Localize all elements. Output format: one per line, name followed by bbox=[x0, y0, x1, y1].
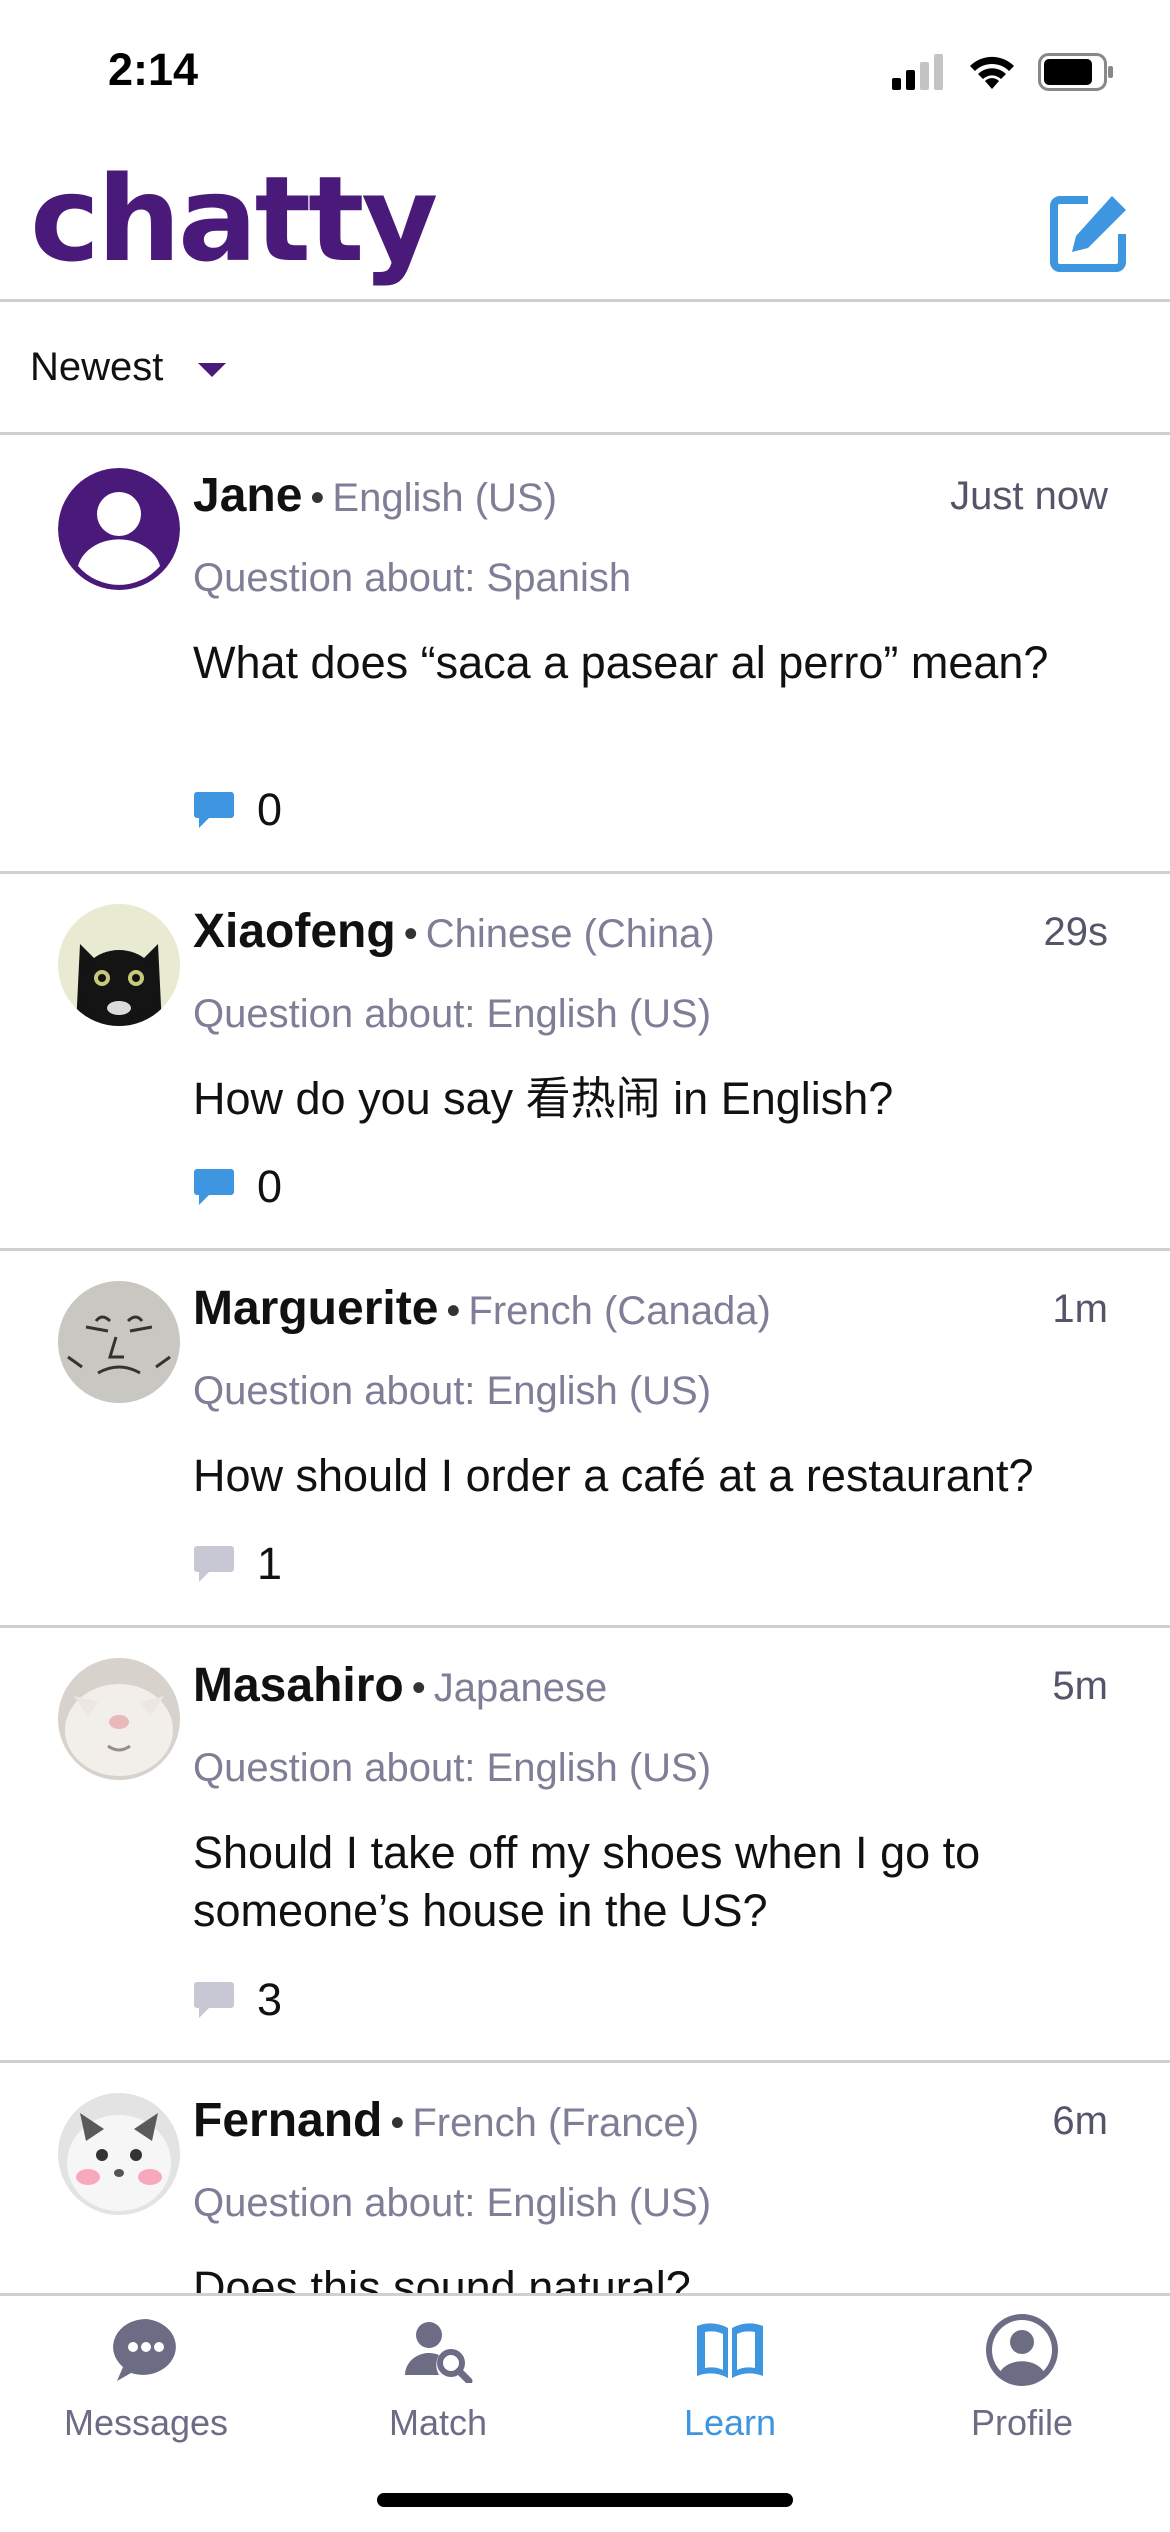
post-header: Jane • English (US) bbox=[193, 468, 557, 528]
reply-count: 0 bbox=[257, 784, 283, 835]
comment-icon bbox=[194, 1546, 234, 1582]
status-bar: 2:14 bbox=[0, 0, 1170, 140]
question-text: Does this sound natural? bbox=[193, 2262, 691, 2293]
author-language: French (France) bbox=[412, 2101, 700, 2145]
reply-count: 0 bbox=[257, 1161, 283, 1212]
question-text: Should I take off my shoes when I go to … bbox=[193, 1827, 981, 1936]
cat-photo-avatar bbox=[58, 904, 180, 1026]
tab-match[interactable]: Match bbox=[328, 2310, 548, 2470]
compose-icon bbox=[1050, 196, 1126, 272]
reply-counter[interactable]: 0 bbox=[193, 1157, 282, 1217]
question-feed[interactable]: Jane • English (US) Just now Question ab… bbox=[0, 438, 1170, 2293]
question-text: How do you say 看热闹 in English? bbox=[193, 1073, 894, 1124]
sort-label: Newest bbox=[30, 345, 164, 389]
author-name[interactable]: Masahiro bbox=[193, 1658, 404, 1713]
post-time: 1m bbox=[1052, 1287, 1108, 1331]
question-card[interactable]: Marguerite • French (Canada) 1m Question… bbox=[0, 1251, 1170, 1628]
author-name[interactable]: Marguerite bbox=[193, 1281, 438, 1336]
tab-label: Learn bbox=[683, 2402, 777, 2443]
question-about: Question about: English (US) bbox=[193, 992, 712, 1036]
question-text: What does “saca a pasear al perro” mean? bbox=[193, 637, 1049, 688]
compose-button[interactable] bbox=[1048, 192, 1130, 274]
question-about: Question about: English (US) bbox=[193, 1369, 712, 1413]
tab-label: Profile bbox=[970, 2402, 1074, 2443]
question-about: Question about: English (US) bbox=[193, 2181, 712, 2225]
cellular-signal-icon bbox=[892, 54, 943, 90]
post-header: Xiaofeng • Chinese (China) bbox=[193, 904, 715, 964]
home-indicator[interactable] bbox=[377, 2493, 793, 2507]
author-name[interactable]: Jane bbox=[193, 468, 302, 523]
question-text: How should I order a café at a restauran… bbox=[193, 1450, 1034, 1501]
post-time: Just now bbox=[950, 474, 1108, 518]
sketch-face-avatar bbox=[58, 1281, 180, 1403]
post-time: 6m bbox=[1052, 2099, 1108, 2143]
author-language: Chinese (China) bbox=[425, 912, 715, 956]
status-icons bbox=[892, 50, 1114, 94]
author-language: French (Canada) bbox=[468, 1289, 771, 1333]
reply-count: 1 bbox=[257, 1538, 283, 1589]
post-header: Masahiro • Japanese bbox=[193, 1658, 607, 1718]
avatar[interactable] bbox=[58, 468, 180, 590]
author-name[interactable]: Fernand bbox=[193, 2093, 382, 2148]
blush-cat-avatar bbox=[58, 2093, 180, 2215]
tab-profile[interactable]: Profile bbox=[912, 2310, 1132, 2470]
question-about: Question about: Spanish bbox=[193, 556, 632, 600]
separator-dot: • bbox=[403, 912, 418, 956]
post-header: Marguerite • French (Canada) bbox=[193, 1281, 771, 1341]
separator-dot: • bbox=[411, 1666, 426, 1710]
separator-dot: • bbox=[446, 1289, 461, 1333]
question-card[interactable]: Jane • English (US) Just now Question ab… bbox=[0, 438, 1170, 874]
avatar[interactable] bbox=[58, 2093, 180, 2215]
caret-down-icon bbox=[198, 363, 226, 377]
question-card[interactable]: Fernand • French (France) 6m Question ab… bbox=[0, 2063, 1170, 2293]
wifi-icon bbox=[970, 56, 1014, 89]
reply-counter[interactable]: 0 bbox=[193, 780, 282, 840]
post-time: 29s bbox=[1043, 910, 1109, 954]
profile-icon bbox=[986, 2314, 1058, 2386]
reply-counter[interactable]: 1 bbox=[193, 1534, 282, 1594]
reply-count: 3 bbox=[257, 1974, 283, 2025]
status-time: 2:14 bbox=[108, 44, 199, 95]
match-icon bbox=[405, 2322, 473, 2383]
app-header: chatty bbox=[0, 140, 1170, 302]
tab-bar: Messages Match Learn Profile bbox=[0, 2293, 1170, 2532]
post-header: Fernand • French (France) bbox=[193, 2093, 699, 2153]
comment-icon bbox=[194, 1982, 234, 2018]
learn-icon bbox=[697, 2323, 763, 2378]
messages-icon bbox=[113, 2319, 176, 2381]
tab-label: Match bbox=[388, 2402, 488, 2443]
avatar[interactable] bbox=[58, 1281, 180, 1403]
app-logo: chatty bbox=[30, 150, 438, 288]
question-card[interactable]: Xiaofeng • Chinese (China) 29s Question … bbox=[0, 874, 1170, 1251]
white-cat-avatar bbox=[58, 1658, 180, 1780]
default-avatar-icon bbox=[58, 468, 180, 590]
sort-dropdown[interactable]: Newest bbox=[0, 305, 1170, 435]
separator-dot: • bbox=[310, 476, 325, 520]
avatar[interactable] bbox=[58, 1658, 180, 1780]
author-name[interactable]: Xiaofeng bbox=[193, 904, 396, 959]
battery-icon bbox=[1038, 53, 1113, 91]
avatar[interactable] bbox=[58, 904, 180, 1026]
comment-icon bbox=[194, 1169, 234, 1205]
tab-label: Messages bbox=[63, 2402, 229, 2443]
tab-messages[interactable]: Messages bbox=[36, 2310, 256, 2470]
author-language: English (US) bbox=[332, 476, 557, 520]
tab-learn[interactable]: Learn bbox=[620, 2310, 840, 2470]
post-time: 5m bbox=[1052, 1664, 1108, 1708]
separator-dot: • bbox=[390, 2101, 405, 2145]
reply-counter[interactable]: 3 bbox=[193, 1970, 282, 2030]
question-card[interactable]: Masahiro • Japanese 5m Question about: E… bbox=[0, 1628, 1170, 2063]
question-about: Question about: English (US) bbox=[193, 1746, 712, 1790]
comment-icon bbox=[194, 792, 234, 828]
author-language: Japanese bbox=[433, 1666, 608, 1710]
